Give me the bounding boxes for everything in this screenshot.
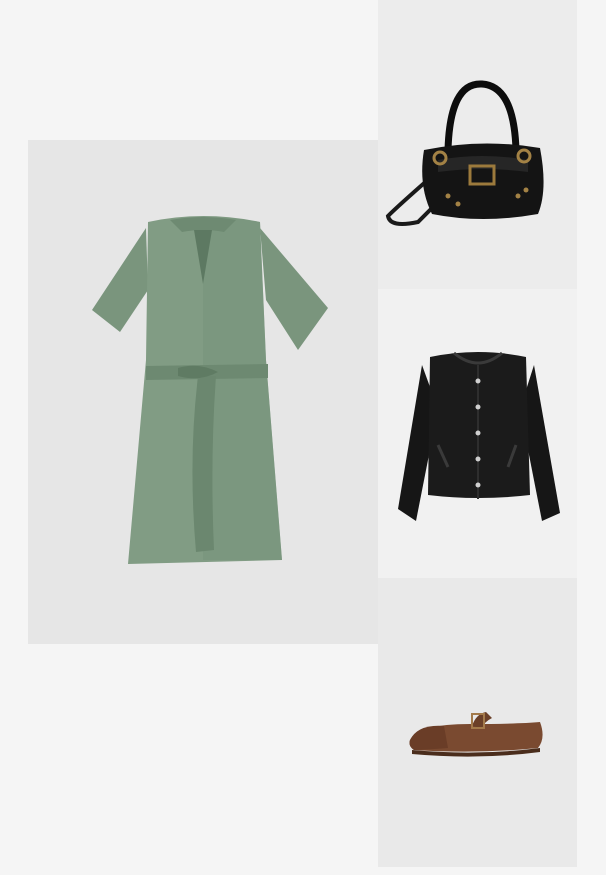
- product-tile-jacket[interactable]: [378, 289, 577, 578]
- shoe-image: [409, 712, 543, 757]
- product-tile-dress[interactable]: [28, 140, 378, 644]
- jacket-image: [398, 351, 560, 521]
- product-tile-bag[interactable]: [378, 0, 577, 289]
- product-tile-shoe[interactable]: [378, 578, 577, 867]
- bag-image: [385, 80, 544, 226]
- dress-image: [92, 216, 328, 564]
